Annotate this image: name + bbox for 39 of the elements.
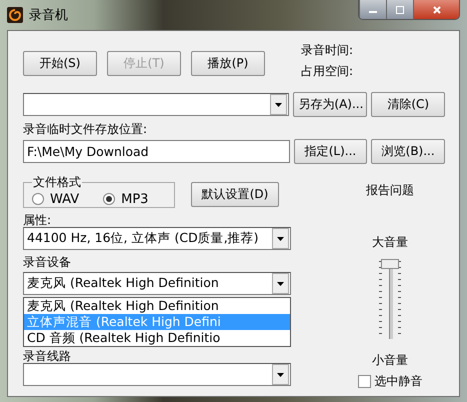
dropdown-arrow-icon [277,372,284,376]
specify-button[interactable]: 指定(L)... [294,139,368,164]
minimize-icon [369,11,377,13]
info-label: 占用空间: [301,63,354,80]
min-volume-label: 小音量 [372,353,408,367]
clear-button[interactable]: 清除(C) [371,92,445,117]
folder-field[interactable]: F:\Me\My Download [23,140,290,163]
maximize-button[interactable] [386,0,413,19]
close-icon [432,4,442,14]
dropdown-arrow-icon [275,102,282,106]
info-label: 录音时间: [301,42,354,59]
device-option[interactable]: 麦克风 (Realtek High Definition [24,298,290,314]
save-as-button[interactable]: 另存为(A)... [293,92,368,117]
max-volume-label: 大音量 [372,235,408,249]
file-combo[interactable] [23,93,290,116]
dropdown-arrow-icon [277,282,284,286]
format-radio[interactable]: MP3 [103,192,148,206]
group-title: 文件格式 [32,174,82,191]
control-button[interactable]: 开始(S) [23,50,97,76]
app-logo-icon [7,7,23,23]
report-problem-link[interactable]: 报告问题 [366,183,414,197]
close-button[interactable] [413,0,459,19]
device-option[interactable]: CD 音频 (Realtek High Definitio [24,330,290,346]
browse-button[interactable]: 浏览(B)... [371,139,445,164]
window-title: 录音机 [29,7,68,24]
dropdown-arrow-icon [277,236,284,240]
maximize-icon [395,4,405,14]
device-combo[interactable]: 麦克风 (Realtek High Definition [23,272,291,295]
minimize-button[interactable] [359,0,386,19]
control-button[interactable]: 播放(P) [191,50,265,76]
temp-folder-label: 录音临时文件存放位置: [23,122,148,136]
line-combo[interactable] [23,363,291,386]
device-label: 录音设备 [23,255,72,269]
line-label: 录音线路 [23,349,72,363]
format-radio[interactable]: WAV [32,192,80,206]
properties-combo[interactable]: 44100 Hz, 16位, 立体声 (CD质量,推荐) [23,227,291,250]
default-settings-button[interactable]: 默认设置(D) [191,182,279,207]
mute-checkbox[interactable]: 选中静音 [358,373,422,390]
properties-label: 属性: [23,213,52,227]
